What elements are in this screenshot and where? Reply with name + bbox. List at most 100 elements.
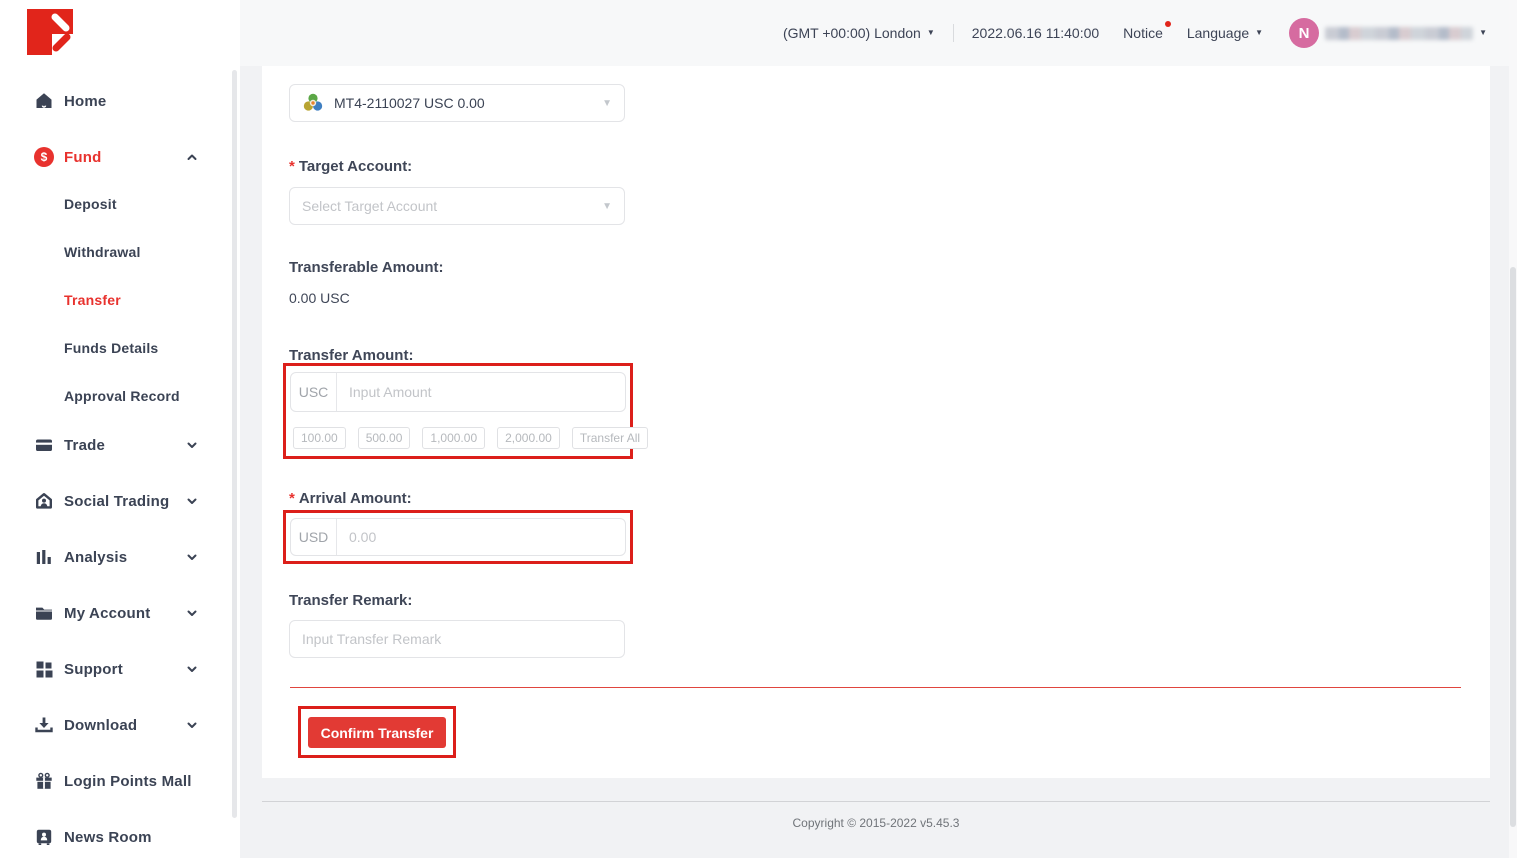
transfer-amount-annotation-box: USC 100.00 500.00 1,000.00 2,000.00 Tran… bbox=[283, 363, 633, 459]
source-account-value: MT4-2110027 USC 0.00 bbox=[334, 95, 485, 111]
chevron-down-icon: ▼ bbox=[927, 29, 935, 37]
sidebar-item-news-room[interactable]: News Room bbox=[0, 822, 232, 852]
sidebar-item-withdrawal[interactable]: Withdrawal bbox=[0, 237, 232, 267]
sidebar-item-approval-record[interactable]: Approval Record bbox=[0, 381, 232, 411]
footer-divider bbox=[262, 801, 1490, 802]
arrival-amount-annotation-box: USD bbox=[283, 510, 633, 564]
chevron-down-icon: ▼ bbox=[602, 201, 612, 212]
sidebar-item-social-trading[interactable]: Social Trading bbox=[0, 486, 232, 516]
quick-amount-500-button[interactable]: 500.00 bbox=[358, 427, 411, 449]
mt4-logo-icon bbox=[302, 92, 324, 114]
page-scrollbar-thumb[interactable] bbox=[1510, 267, 1516, 827]
quick-amount-1000-button[interactable]: 1,000.00 bbox=[422, 427, 485, 449]
support-grid-icon bbox=[34, 659, 54, 679]
sidebar-item-label: Withdrawal bbox=[64, 244, 141, 260]
sidebar-item-funds-details[interactable]: Funds Details bbox=[0, 333, 232, 363]
sidebar-item-download[interactable]: Download bbox=[0, 710, 232, 740]
page-scrollbar-track bbox=[1509, 0, 1517, 858]
chevron-down-icon: ▼ bbox=[1255, 29, 1263, 37]
sidebar-item-label: Download bbox=[64, 717, 137, 734]
sidebar-item-label: News Room bbox=[64, 829, 152, 846]
arrival-currency-label: USD bbox=[291, 519, 337, 555]
transfer-remark-label: Transfer Remark: bbox=[289, 592, 412, 609]
datetime-label: 2022.06.16 11:40:00 bbox=[972, 25, 1099, 41]
datetime-display: 2022.06.16 11:40:00 bbox=[972, 25, 1099, 41]
analysis-bar-chart-icon bbox=[34, 547, 54, 567]
sidebar: Home $ Fund Deposit Withdrawal Transfer … bbox=[0, 0, 240, 858]
transfer-remark-input[interactable] bbox=[289, 620, 625, 658]
arrival-amount-label: *Arrival Amount: bbox=[289, 490, 412, 507]
language-selector[interactable]: Language ▼ bbox=[1187, 25, 1263, 41]
arrival-amount-input[interactable] bbox=[337, 519, 625, 555]
brand-logo[interactable] bbox=[27, 9, 73, 55]
arrival-amount-input-group: USD bbox=[290, 518, 626, 556]
chevron-down-icon: ▼ bbox=[602, 98, 612, 109]
social-trading-icon bbox=[34, 491, 54, 511]
sidebar-item-label: Deposit bbox=[64, 196, 117, 212]
quick-amounts-row: 100.00 500.00 1,000.00 2,000.00 Transfer… bbox=[293, 427, 648, 449]
chevron-down-icon bbox=[186, 607, 198, 619]
sidebar-item-transfer[interactable]: Transfer bbox=[0, 285, 232, 315]
chevron-down-icon bbox=[186, 663, 198, 675]
sidebar-item-fund[interactable]: $ Fund bbox=[0, 142, 232, 172]
fund-dollar-icon: $ bbox=[34, 147, 54, 167]
chevron-down-icon: ▼ bbox=[1479, 29, 1487, 37]
download-icon bbox=[34, 715, 54, 735]
target-account-select[interactable]: Select Target Account ▼ bbox=[289, 187, 625, 225]
header-divider bbox=[953, 24, 954, 42]
sidebar-item-label: Funds Details bbox=[64, 340, 158, 356]
required-mark: * bbox=[289, 490, 295, 507]
sidebar-item-label: Home bbox=[64, 93, 106, 110]
sidebar-item-my-account[interactable]: My Account bbox=[0, 598, 232, 628]
target-account-placeholder: Select Target Account bbox=[302, 198, 437, 214]
transfer-form-card: MT4-2110027 USC 0.00 ▼ *Target Account: … bbox=[262, 66, 1490, 778]
required-mark: * bbox=[289, 158, 295, 175]
transfer-page: (GMT +00:00) London ▼ 2022.06.16 11:40:0… bbox=[0, 0, 1517, 858]
news-room-icon bbox=[34, 827, 54, 847]
sidebar-item-label: Analysis bbox=[64, 549, 127, 566]
sidebar-item-support[interactable]: Support bbox=[0, 654, 232, 684]
sidebar-item-label: My Account bbox=[64, 605, 150, 622]
avatar: N bbox=[1289, 18, 1319, 48]
sidebar-item-home[interactable]: Home bbox=[0, 86, 232, 116]
chevron-down-icon bbox=[186, 551, 198, 563]
gift-icon bbox=[34, 771, 54, 791]
notice-dot bbox=[1165, 21, 1171, 27]
notice-button[interactable]: Notice bbox=[1123, 25, 1163, 41]
folder-icon bbox=[34, 603, 54, 623]
sidebar-item-label: Approval Record bbox=[64, 388, 180, 404]
notice-label: Notice bbox=[1123, 25, 1163, 41]
transferable-amount-value: 0.00 USC bbox=[289, 290, 350, 306]
transfer-all-button[interactable]: Transfer All bbox=[572, 427, 648, 449]
copyright-text: Copyright © 2015-2022 v5.45.3 bbox=[262, 816, 1490, 830]
home-icon bbox=[34, 91, 54, 111]
sidebar-item-label: Fund bbox=[64, 149, 101, 166]
sidebar-item-login-points-mall[interactable]: Login Points Mall bbox=[0, 766, 232, 796]
section-divider-red bbox=[290, 687, 1461, 688]
transfer-amount-label: Transfer Amount: bbox=[289, 347, 413, 364]
quick-amount-100-button[interactable]: 100.00 bbox=[293, 427, 346, 449]
sidebar-item-analysis[interactable]: Analysis bbox=[0, 542, 232, 572]
language-label: Language bbox=[1187, 25, 1249, 41]
source-account-select[interactable]: MT4-2110027 USC 0.00 ▼ bbox=[289, 84, 625, 122]
transferable-amount-label: Transferable Amount: bbox=[289, 259, 443, 276]
chevron-up-icon bbox=[186, 151, 198, 163]
user-menu[interactable]: N ▼ bbox=[1289, 18, 1487, 48]
sidebar-item-label: Social Trading bbox=[64, 493, 169, 510]
confirm-transfer-button[interactable]: Confirm Transfer bbox=[308, 717, 446, 748]
sidebar-item-label: Trade bbox=[64, 437, 105, 454]
transfer-amount-input-group: USC bbox=[290, 372, 626, 412]
trade-icon bbox=[34, 435, 54, 455]
chevron-down-icon bbox=[186, 495, 198, 507]
chevron-down-icon bbox=[186, 719, 198, 731]
quick-amount-2000-button[interactable]: 2,000.00 bbox=[497, 427, 560, 449]
transfer-amount-input[interactable] bbox=[337, 373, 625, 411]
sidebar-item-trade[interactable]: Trade bbox=[0, 430, 232, 460]
top-header: (GMT +00:00) London ▼ 2022.06.16 11:40:0… bbox=[240, 0, 1517, 66]
transfer-currency-label: USC bbox=[291, 373, 337, 411]
timezone-selector[interactable]: (GMT +00:00) London ▼ bbox=[783, 25, 935, 41]
sidebar-scrollbar[interactable] bbox=[232, 70, 237, 818]
sidebar-item-deposit[interactable]: Deposit bbox=[0, 189, 232, 219]
sidebar-item-label: Transfer bbox=[64, 292, 121, 308]
target-account-label: *Target Account: bbox=[289, 158, 412, 175]
